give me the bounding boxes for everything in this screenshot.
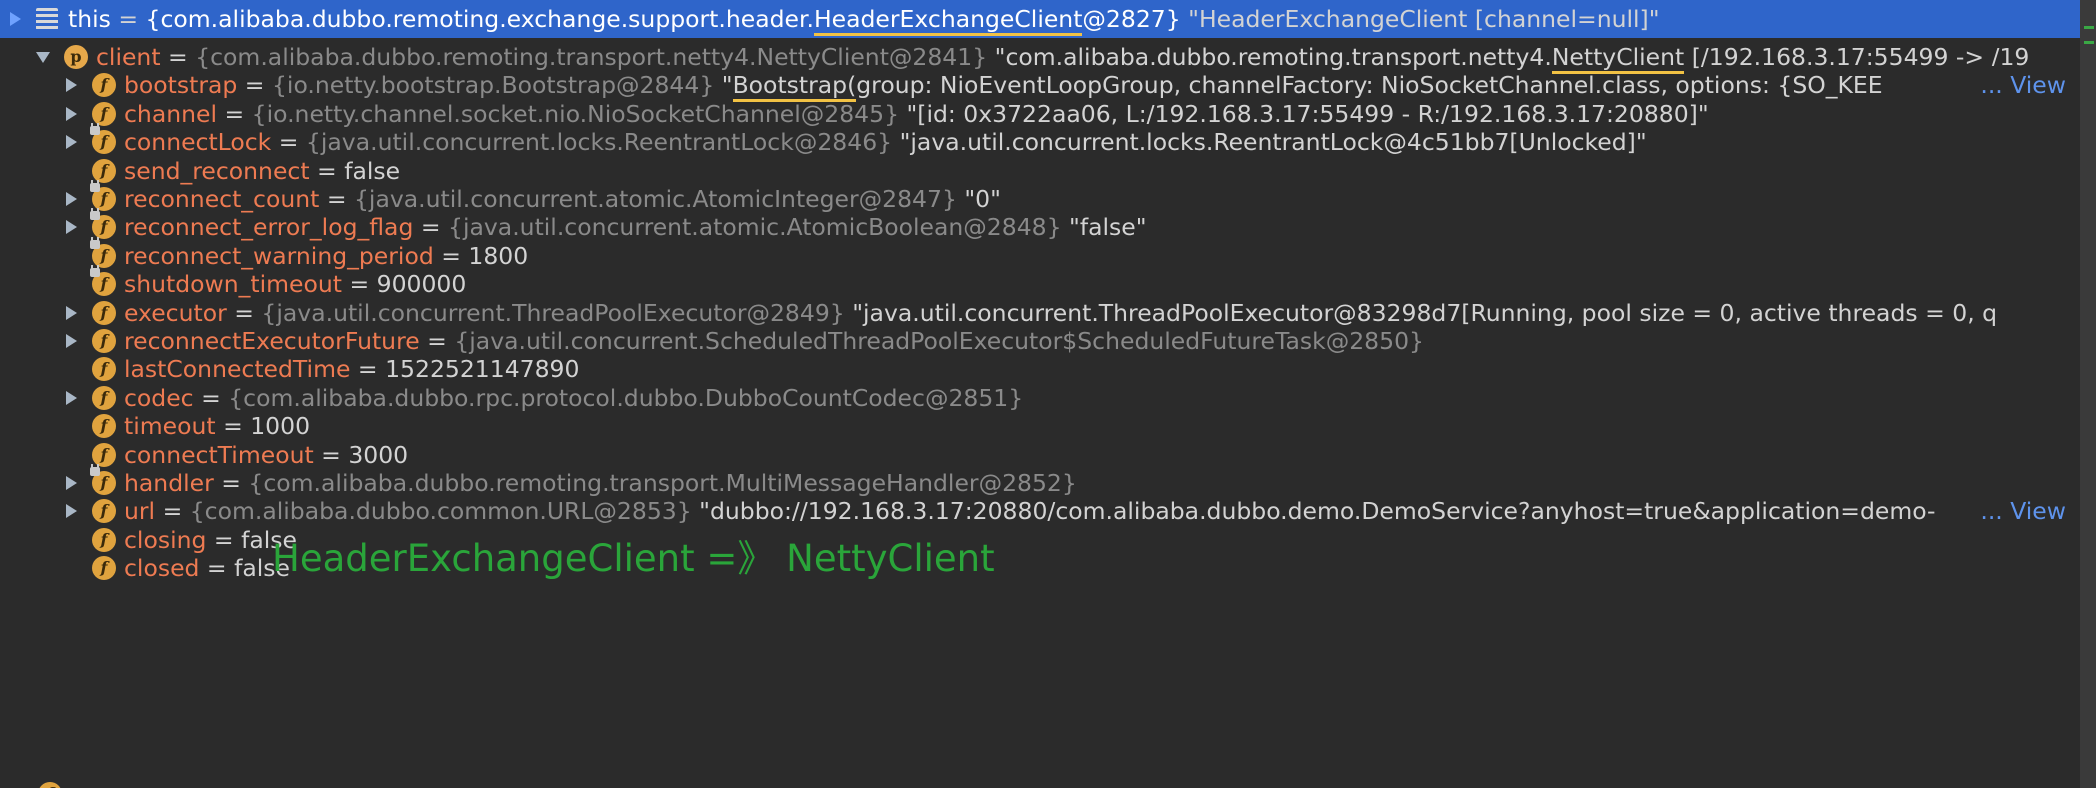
tree-row-text: closed = false (124, 549, 290, 587)
property-p-icon: p (64, 45, 88, 69)
field-f-icon: f (92, 300, 116, 325)
right-gutter (2080, 0, 2096, 788)
lock-overlay-icon (90, 236, 100, 249)
field-name: this (68, 5, 111, 33)
expand-chevron-icon[interactable] (4, 0, 26, 38)
lock-overlay-icon (90, 123, 100, 136)
field-f-icon: f (92, 73, 116, 98)
field-f-icon: f (92, 442, 116, 467)
annotation-caption: HeaderExchangeClient =》 NettyClient (272, 537, 995, 580)
lock-overlay-icon (90, 180, 100, 192)
object-lines-icon (36, 8, 58, 30)
type-reference-highlight: HeaderExchangeClient (813, 5, 1083, 36)
field-f-icon: f (92, 357, 116, 382)
lock-overlay-icon (90, 208, 100, 221)
field-f-icon: f (92, 499, 116, 524)
field-name: closed (124, 554, 200, 583)
field-f-icon: f (92, 158, 116, 183)
equals-sign: = (199, 554, 235, 583)
field-f-icon: f (92, 414, 116, 439)
lock-overlay-icon (90, 464, 100, 476)
type-reference: {com.alibaba.dubbo.remoting.exchange.sup… (145, 5, 814, 33)
field-f-icon: f (92, 385, 116, 410)
equals-sign: = (110, 5, 146, 33)
lock-overlay-icon (90, 265, 100, 278)
tree-row-text: this = {com.alibaba.dubbo.remoting.excha… (68, 0, 1660, 38)
tree-row-this[interactable]: this = {com.alibaba.dubbo.remoting.excha… (0, 0, 2080, 38)
field-f-icon: f (92, 101, 116, 126)
type-reference-suffix: @2827} (1082, 5, 1181, 33)
gutter-marker-icon (2084, 26, 2094, 44)
field-value: "HeaderExchangeClient [channel=null]" (1180, 5, 1660, 33)
field-f-icon: f (38, 782, 62, 788)
field-f-icon: f (92, 556, 116, 581)
truncated-next-row: f (0, 778, 2080, 788)
field-f-icon: f (92, 329, 116, 353)
field-f-icon: f (92, 527, 116, 552)
